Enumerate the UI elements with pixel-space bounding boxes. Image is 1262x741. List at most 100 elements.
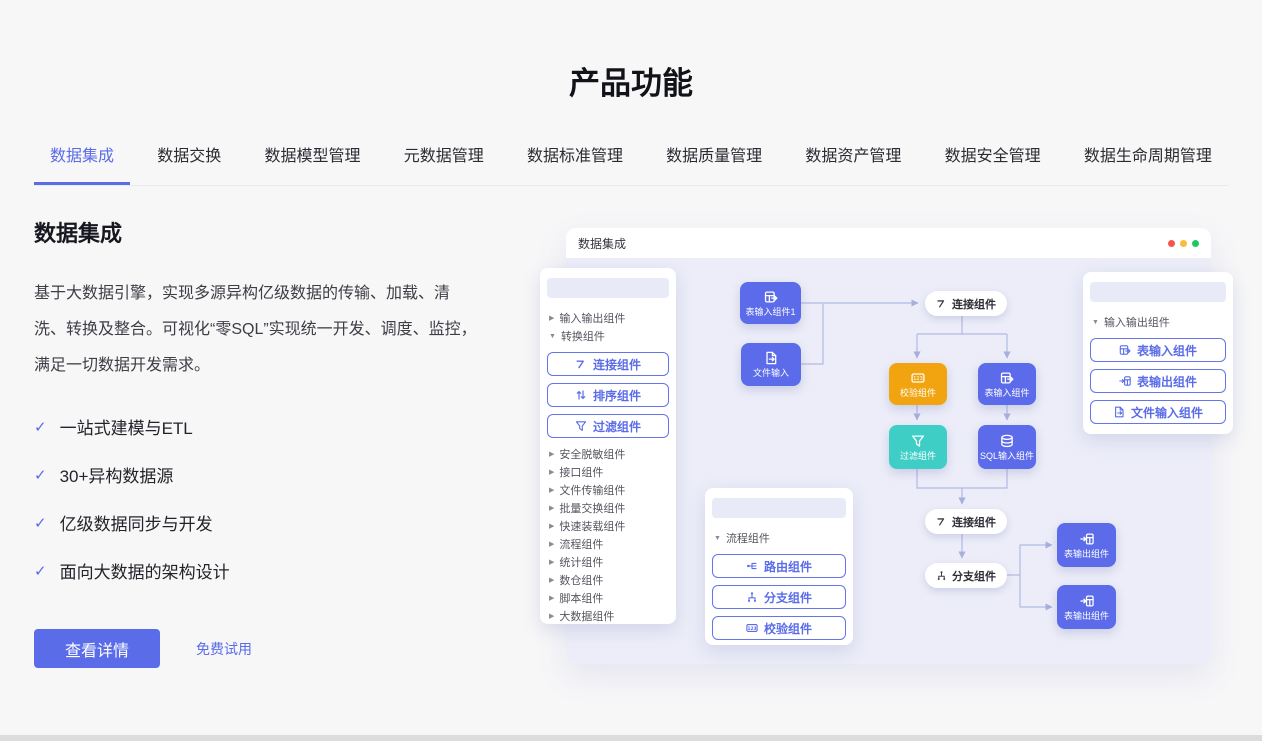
- feature-description: 基于大数据引擎，实现多源异构亿级数据的传输、加载、清洗、转换及整合。可视化“零S…: [34, 276, 478, 384]
- branch-icon: [746, 591, 758, 603]
- caret-down-icon: ▼: [714, 535, 721, 542]
- bullet-item: ✓ 亿级数据同步与开发: [34, 510, 478, 535]
- feature-bullet-list: ✓ 一站式建模与ETL ✓ 30+异构数据源 ✓ 亿级数据同步与开发 ✓ 面向大…: [34, 414, 478, 583]
- tool-sort: 排序组件: [547, 383, 669, 407]
- database-icon: [1000, 434, 1014, 448]
- expand-icon: [1192, 240, 1199, 247]
- group-fast-load-components: ▶快速装载组件: [547, 517, 669, 535]
- route-icon: [746, 560, 758, 572]
- check-icon: ✓: [34, 514, 47, 532]
- flow-node-validate: 校验组件: [889, 363, 947, 405]
- tab-data-quality-mgmt[interactable]: 数据质量管理: [650, 134, 778, 185]
- check-icon: ✓: [34, 562, 47, 580]
- filter-icon: [911, 434, 925, 448]
- tool-route: 路由组件: [712, 554, 846, 578]
- page-title: 产品功能: [0, 58, 1262, 103]
- check-icon: ✓: [34, 418, 47, 436]
- tool-branch: 分支组件: [712, 585, 846, 609]
- io-components-panel: ▼ 输入输出组件 表输入组件 表输出组件 文件输入组件: [1083, 272, 1233, 434]
- flow-node-branch: 分支组件: [925, 563, 1007, 588]
- view-details-button[interactable]: 查看详情: [34, 629, 160, 668]
- component-search-input: [712, 498, 846, 518]
- group-process-components: ▶流程组件: [547, 535, 669, 553]
- group-batch-exchange-components: ▶批量交换组件: [547, 499, 669, 517]
- free-trial-link[interactable]: 免费试用: [196, 639, 252, 659]
- flow-node-connector-2: 连接组件: [925, 509, 1007, 534]
- tool-filter: 过滤组件: [547, 414, 669, 438]
- flow-node-file-input: 文件输入: [741, 343, 801, 386]
- check-icon: ✓: [34, 466, 47, 484]
- tool-table-output: 表输出组件: [1090, 369, 1226, 393]
- tab-data-exchange[interactable]: 数据交换: [141, 134, 237, 185]
- group-statistics-components: ▶统计组件: [547, 553, 669, 571]
- close-icon: [1168, 240, 1175, 247]
- tab-data-model-mgmt[interactable]: 数据模型管理: [248, 134, 376, 185]
- group-io-components: ▶ 输入输出组件: [547, 309, 669, 327]
- tool-connector: 连接组件: [547, 352, 669, 376]
- flow-node-table-input-2: 表输入组件: [978, 363, 1036, 405]
- bullet-label: 亿级数据同步与开发: [60, 510, 213, 535]
- tool-validate: 校验组件: [712, 616, 846, 640]
- group-masking-components: ▶安全脱敏组件: [547, 445, 669, 463]
- bullet-label: 面向大数据的架构设计: [60, 558, 230, 583]
- connector-icon: [936, 516, 947, 527]
- demo-window-title: 数据集成: [578, 235, 626, 252]
- group-transform-components: ▼ 转换组件: [547, 327, 669, 345]
- tab-data-lifecycle-mgmt[interactable]: 数据生命周期管理: [1068, 134, 1228, 185]
- minimize-icon: [1180, 240, 1187, 247]
- tab-data-asset-mgmt[interactable]: 数据资产管理: [789, 134, 917, 185]
- caret-down-icon: ▼: [549, 333, 556, 340]
- feature-heading: 数据集成: [34, 216, 478, 248]
- file-input-icon: [764, 351, 778, 365]
- group-process-components: ▼ 流程组件: [712, 529, 846, 547]
- page-bottom-divider: [0, 735, 1262, 741]
- table-output-icon: [1119, 375, 1131, 387]
- tool-table-input: 表输入组件: [1090, 338, 1226, 362]
- branch-icon: [936, 570, 947, 581]
- connector-icon: [936, 298, 947, 309]
- flow-node-sql-input: SQL输入组件: [978, 425, 1036, 469]
- component-search-input: [547, 278, 669, 298]
- group-script-components: ▶脚本组件: [547, 589, 669, 607]
- connector-icon: [575, 358, 587, 370]
- tool-file-input: 文件输入组件: [1090, 400, 1226, 424]
- table-input-icon: [1000, 371, 1014, 385]
- component-library-panel: ▶ 输入输出组件 ▼ 转换组件 连接组件 排序组件 过滤组件 ▶安全脱敏组件 ▶…: [540, 268, 676, 624]
- bullet-item: ✓ 面向大数据的架构设计: [34, 558, 478, 583]
- bullet-item: ✓ 30+异构数据源: [34, 462, 478, 487]
- group-bigdata-components: ▶大数据组件: [547, 607, 669, 625]
- tab-data-security-mgmt[interactable]: 数据安全管理: [929, 134, 1057, 185]
- bullet-label: 一站式建模与ETL: [60, 414, 193, 439]
- product-demo-illustration: 数据集成: [540, 228, 1233, 665]
- table-input-icon: [1119, 344, 1131, 356]
- group-io-components: ▼ 输入输出组件: [1090, 313, 1226, 331]
- tab-data-integration[interactable]: 数据集成: [34, 134, 130, 185]
- process-components-panel: ▼ 流程组件 路由组件 分支组件 校验组件: [705, 488, 853, 645]
- group-file-transfer-components: ▶文件传输组件: [547, 481, 669, 499]
- sort-icon: [575, 389, 587, 401]
- flow-node-table-input-1: 表输入组件1: [740, 282, 801, 324]
- table-output-icon: [1080, 594, 1094, 608]
- feature-description-column: 数据集成 基于大数据引擎，实现多源异构亿级数据的传输、加载、清洗、转换及整合。可…: [34, 216, 478, 668]
- group-api-components: ▶接口组件: [547, 463, 669, 481]
- caret-right-icon: ▶: [549, 314, 554, 322]
- table-output-icon: [1080, 532, 1094, 546]
- flow-node-connector-1: 连接组件: [925, 291, 1007, 316]
- tab-metadata-mgmt[interactable]: 元数据管理: [388, 134, 500, 185]
- caret-down-icon: ▼: [1092, 319, 1099, 326]
- flow-node-filter: 过滤组件: [889, 425, 947, 469]
- filter-icon: [575, 420, 587, 432]
- bullet-item: ✓ 一站式建模与ETL: [34, 414, 478, 439]
- flow-node-table-output-2: 表输出组件: [1057, 585, 1116, 629]
- table-input-icon: [764, 290, 778, 304]
- group-warehouse-components: ▶数仓组件: [547, 571, 669, 589]
- file-input-icon: [1113, 406, 1125, 418]
- bullet-label: 30+异构数据源: [60, 462, 174, 487]
- validate-icon: [911, 371, 925, 385]
- validate-icon: [746, 622, 758, 634]
- demo-window-titlebar: 数据集成: [566, 228, 1211, 258]
- feature-tabs: 数据集成 数据交换 数据模型管理 元数据管理 数据标准管理 数据质量管理 数据资…: [34, 134, 1228, 186]
- component-search-input: [1090, 282, 1226, 302]
- flow-node-table-output-1: 表输出组件: [1057, 523, 1116, 567]
- tab-data-standard-mgmt[interactable]: 数据标准管理: [511, 134, 639, 185]
